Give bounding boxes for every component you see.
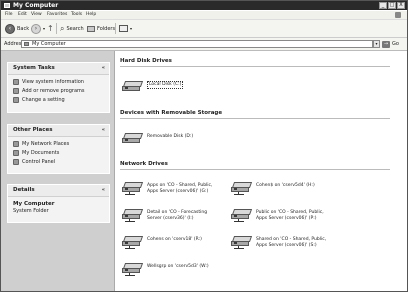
network-drive-s[interactable]: Shared on 'CO - Shared, Public, Apps Serv… — [231, 233, 326, 249]
control-panel-icon — [13, 159, 19, 165]
file-list-pane: Hard Disk Drives Local Disk (C:) Devices… — [115, 51, 407, 291]
details-type: System Folder — [13, 208, 49, 214]
toolbar: ‹ Back ▾ › ▾ ↑ ⌕ Search Folders ▾ — [1, 20, 407, 38]
system-tasks-panel: System Tasks « View system information A… — [7, 62, 110, 113]
section-divider — [120, 66, 390, 67]
toolbar-divider — [56, 23, 57, 34]
my-computer-window: My Computer _ □ X File Edit View Favorit… — [0, 0, 408, 292]
network-drive-icon — [122, 179, 144, 195]
chevron-down-icon: ▾ — [43, 26, 46, 31]
details-name: My Computer — [13, 201, 55, 207]
minimize-button[interactable]: _ — [379, 2, 387, 9]
folders-button[interactable]: Folders — [87, 23, 115, 34]
details-panel: Details « My Computer System Folder — [7, 184, 110, 223]
task-change-setting[interactable]: Change a setting — [8, 96, 109, 105]
network-drive-g[interactable]: Apps on 'CO - Shared, Public, Apps Server… — [122, 179, 212, 195]
go-arrow-icon: → — [382, 40, 390, 48]
menu-edit[interactable]: Edit — [18, 12, 27, 17]
drive-removable-disk-d[interactable]: Removable Disk (D:) — [122, 130, 193, 146]
network-drive-icon — [122, 233, 144, 249]
close-button[interactable]: X — [397, 2, 405, 9]
network-drive-icon — [122, 260, 144, 276]
network-drive-icon — [231, 206, 253, 222]
section-removable-storage: Devices with Removable Storage — [120, 110, 223, 116]
task-view-system-information[interactable]: View system information — [8, 78, 109, 87]
collapse-chevron-icon: « — [101, 127, 105, 133]
menu-favorites[interactable]: Favorites — [47, 12, 67, 17]
place-my-documents[interactable]: My Documents — [8, 149, 109, 158]
task-add-remove-programs[interactable]: Add or remove programs — [8, 87, 109, 96]
search-button[interactable]: ⌕ Search — [60, 23, 84, 34]
address-input[interactable]: My Computer — [21, 40, 373, 48]
menu-tools[interactable]: Tools — [71, 12, 82, 17]
system-info-icon — [13, 79, 19, 85]
search-icon: ⌕ — [60, 23, 65, 33]
details-header[interactable]: Details « — [8, 185, 109, 197]
forward-arrow-icon: › — [31, 23, 41, 34]
collapse-chevron-icon: « — [101, 65, 105, 71]
go-button[interactable]: → Go — [382, 40, 399, 48]
title-bar[interactable]: My Computer _ □ X — [1, 1, 407, 10]
address-dropdown-button[interactable]: ▾ — [373, 40, 380, 48]
network-places-icon — [13, 141, 19, 147]
my-computer-icon — [24, 42, 29, 46]
task-pane: System Tasks « View system information A… — [1, 51, 115, 291]
window-title: My Computer — [13, 2, 59, 9]
network-drive-icon — [122, 206, 144, 222]
place-my-network-places[interactable]: My Network Places — [8, 140, 109, 149]
network-drive-w[interactable]: Wellsgrp on 'cserv5d3' (W:) — [122, 260, 209, 276]
other-places-panel: Other Places « My Network Places My Docu… — [7, 124, 110, 174]
address-bar: Address My Computer ▾ → Go — [1, 38, 407, 51]
add-remove-programs-icon — [13, 88, 19, 94]
removable-disk-icon — [122, 130, 144, 146]
section-hard-disk-drives: Hard Disk Drives — [120, 58, 172, 64]
control-panel-icon — [13, 97, 19, 103]
collapse-chevron-icon: « — [101, 187, 105, 193]
my-documents-icon — [13, 150, 19, 156]
other-places-header[interactable]: Other Places « — [8, 125, 109, 137]
network-drive-i[interactable]: Detail on 'CO - Forecasting Server (cserv… — [122, 206, 207, 222]
network-drive-h[interactable]: Cohen$ on 'cserv5d4' (H:) — [231, 179, 315, 195]
maximize-button[interactable]: □ — [388, 2, 396, 9]
menu-help[interactable]: Help — [86, 12, 96, 17]
back-button[interactable]: ‹ Back ▾ — [5, 23, 33, 34]
system-tasks-header[interactable]: System Tasks « — [8, 63, 109, 75]
windows-logo-icon — [395, 12, 401, 18]
section-divider — [120, 118, 390, 119]
network-drive-r[interactable]: Cohens on 'cserv18' (R:) — [122, 233, 202, 249]
section-network-drives: Network Drives — [120, 161, 168, 167]
up-folder-button[interactable]: ↑ — [47, 23, 54, 34]
up-folder-icon: ↑ — [47, 24, 54, 33]
section-divider — [120, 169, 390, 170]
views-icon — [119, 25, 128, 32]
my-computer-icon — [4, 3, 10, 8]
network-drive-icon — [231, 233, 253, 249]
views-button[interactable]: ▾ — [119, 23, 132, 34]
place-control-panel[interactable]: Control Panel — [8, 158, 109, 167]
forward-button[interactable]: › ▾ — [31, 23, 45, 34]
menu-view[interactable]: View — [31, 12, 42, 17]
back-arrow-icon: ‹ — [5, 23, 15, 34]
drive-local-disk-c[interactable]: Local Disk (C:) — [122, 78, 184, 94]
hard-disk-icon — [122, 78, 144, 94]
toolbar-divider — [115, 23, 116, 34]
network-drive-icon — [231, 179, 253, 195]
network-drive-p[interactable]: Public on 'CO - Shared, Public, Apps Serv… — [231, 206, 324, 222]
folder-icon — [87, 25, 95, 32]
chevron-down-icon: ▾ — [130, 26, 133, 31]
menu-bar: File Edit View Favorites Tools Help — [1, 11, 407, 20]
menu-file[interactable]: File — [5, 12, 13, 17]
